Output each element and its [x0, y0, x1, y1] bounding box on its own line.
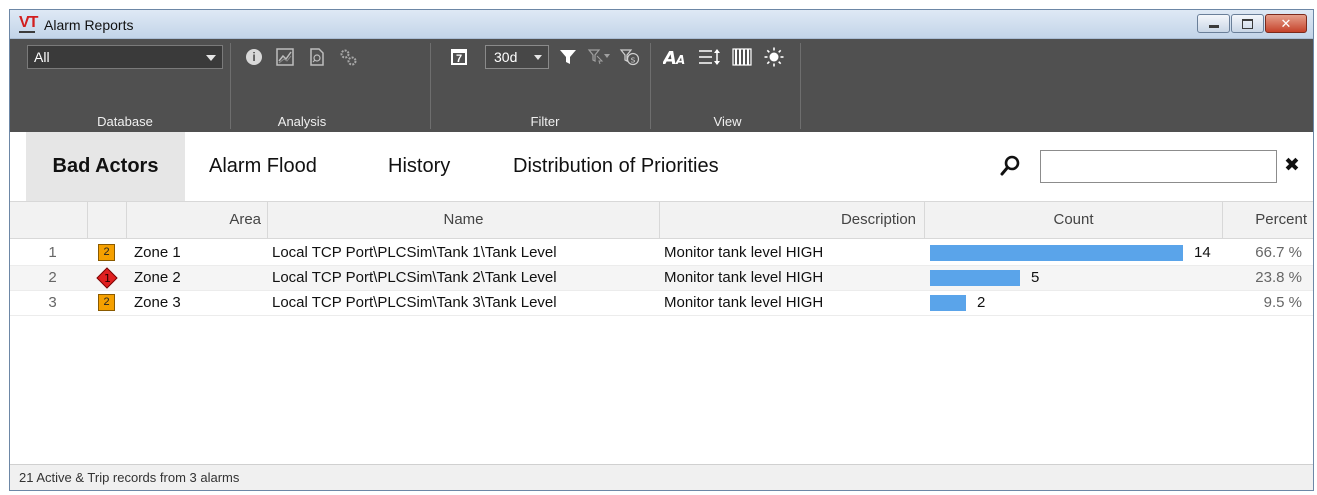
count-value: 14	[1194, 244, 1211, 261]
chevron-down-icon	[206, 55, 216, 61]
time-range-select[interactable]: 30d	[485, 45, 549, 69]
report-document-icon[interactable]	[307, 47, 327, 67]
trend-chart-icon[interactable]	[275, 47, 295, 67]
name-column-header[interactable]: Name	[268, 202, 660, 238]
clear-search-icon[interactable]: ✖	[1284, 153, 1300, 179]
row-number: 3	[48, 294, 57, 311]
maximize-icon	[1242, 19, 1253, 29]
row-number: 2	[48, 269, 57, 286]
app-logo: VT	[19, 14, 38, 31]
description-cell: Monitor tank level HIGH	[664, 294, 824, 311]
database-select[interactable]: All	[27, 45, 223, 69]
toolbar-separator	[430, 43, 431, 129]
database-select-value: All	[34, 49, 50, 65]
tab-alarm-flood[interactable]: Alarm Flood	[209, 132, 317, 201]
description-cell: Monitor tank level HIGH	[664, 244, 824, 261]
info-icon[interactable]: i	[244, 47, 264, 67]
minimize-icon	[1208, 25, 1219, 28]
search-input[interactable]	[1040, 150, 1277, 183]
logo-underline	[19, 31, 35, 33]
priority-header	[88, 202, 127, 238]
status-bar: 21 Active & Trip records from 3 alarms	[10, 464, 1313, 490]
table-row[interactable]: 1 2 Zone 1 Local TCP Port\PLCSim\Tank 1\…	[10, 241, 1313, 266]
time-range-value: 30d	[494, 49, 518, 65]
tab-bad-actors[interactable]: Bad Actors	[26, 132, 185, 201]
svg-text:s: s	[631, 56, 636, 66]
search-icon	[1000, 155, 1020, 177]
name-cell: Local TCP Port\PLCSim\Tank 2\Tank Level	[272, 269, 557, 286]
database-group-label: Database	[97, 114, 153, 129]
count-bar	[930, 270, 1020, 286]
close-icon: ✕	[1280, 16, 1292, 31]
alarm-reports-window: VT Alarm Reports ✕ All Database i Analys…	[9, 9, 1314, 491]
font-size-icon[interactable]: AA	[661, 47, 685, 69]
close-button[interactable]: ✕	[1265, 14, 1307, 33]
svg-text:A: A	[675, 53, 685, 67]
count-bar	[930, 245, 1183, 261]
analysis-group-label: Analysis	[277, 114, 327, 129]
report-tab-bar: Bad Actors Alarm Flood History Distribut…	[10, 132, 1313, 201]
row-height-icon[interactable]	[698, 47, 720, 67]
count-bar	[930, 295, 966, 311]
view-group-label: View	[713, 114, 742, 129]
title-bar[interactable]: VT Alarm Reports ✕	[10, 10, 1313, 39]
minimize-button[interactable]	[1197, 14, 1230, 33]
chevron-down-icon	[534, 55, 542, 60]
maximize-button[interactable]	[1231, 14, 1264, 33]
percent-cell: 9.5 %	[1263, 294, 1302, 311]
table-header: Area Name Description Count Percent	[10, 201, 1313, 239]
toolbar-separator	[650, 43, 651, 129]
percent-column-header[interactable]: Percent	[1223, 202, 1313, 238]
filter-icon[interactable]	[558, 47, 578, 67]
svg-text:A: A	[663, 48, 677, 67]
priority-badge: 2	[98, 294, 115, 311]
filter-s-icon[interactable]: s	[619, 47, 640, 67]
tab-distribution-of-priorities[interactable]: Distribution of Priorities	[513, 132, 719, 201]
percent-cell: 23.8 %	[1255, 269, 1302, 286]
filter-select-icon[interactable]	[587, 47, 610, 67]
tab-history[interactable]: History	[388, 132, 450, 201]
area-column-header[interactable]: Area	[127, 202, 268, 238]
table-row[interactable]: 2 1 Zone 2 Local TCP Port\PLCSim\Tank 2\…	[10, 266, 1313, 291]
priority-diamond-badge: 1	[96, 267, 118, 289]
filter-group-label: Filter	[530, 114, 560, 129]
name-cell: Local TCP Port\PLCSim\Tank 1\Tank Level	[272, 244, 557, 261]
toolbar-separator	[800, 43, 801, 129]
toolbar-separator	[230, 43, 231, 129]
row-number: 1	[48, 244, 57, 261]
description-column-header[interactable]: Description	[660, 202, 925, 238]
name-cell: Local TCP Port\PLCSim\Tank 3\Tank Level	[272, 294, 557, 311]
settings-gears-icon[interactable]	[338, 47, 358, 67]
row-number-header	[10, 202, 88, 238]
count-value: 2	[977, 294, 986, 311]
percent-cell: 66.7 %	[1255, 244, 1302, 261]
brightness-icon[interactable]	[764, 47, 784, 67]
area-cell: Zone 2	[134, 269, 181, 286]
window-title: Alarm Reports	[44, 17, 134, 33]
area-cell: Zone 1	[134, 244, 181, 261]
count-column-header[interactable]: Count	[925, 202, 1223, 238]
ribbon-toolbar: All Database i Analysis 7 30d s Filter A…	[10, 39, 1313, 132]
priority-badge: 2	[98, 244, 115, 261]
description-cell: Monitor tank level HIGH	[664, 269, 824, 286]
area-cell: Zone 3	[134, 294, 181, 311]
count-value: 5	[1031, 269, 1040, 286]
calendar-icon[interactable]: 7	[450, 47, 470, 67]
columns-icon[interactable]	[732, 47, 752, 67]
table-row[interactable]: 3 2 Zone 3 Local TCP Port\PLCSim\Tank 3\…	[10, 291, 1313, 316]
svg-text:1: 1	[104, 272, 111, 285]
